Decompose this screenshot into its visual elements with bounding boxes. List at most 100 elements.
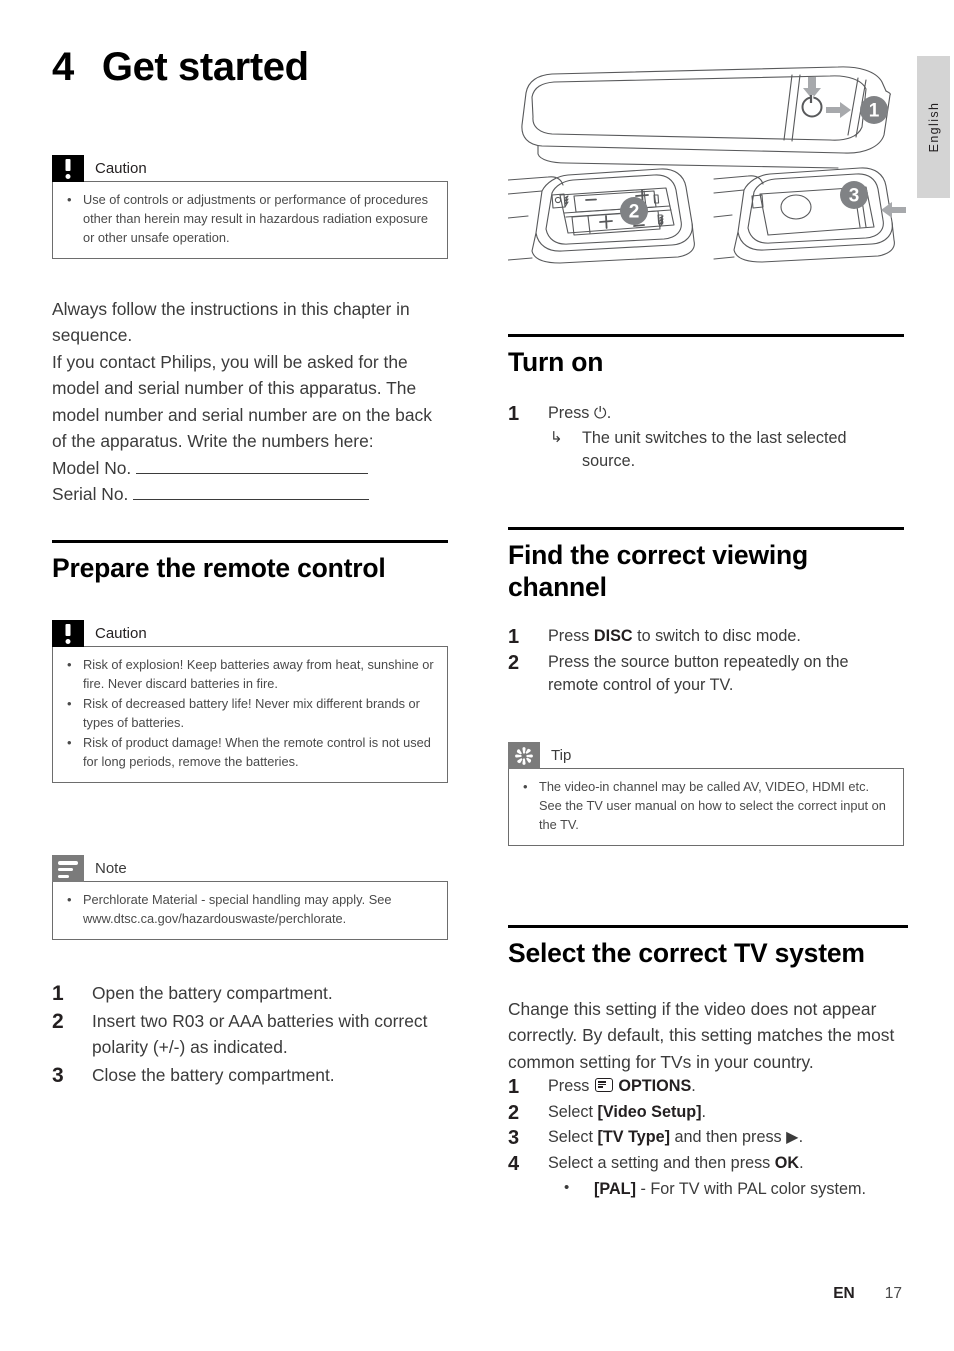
section-tv-system: Select the correct TV system: [508, 925, 908, 969]
sub-bullet-text: - For TV with PAL color system.: [635, 1179, 866, 1198]
remote-control-battery-diagram: 1 2 3: [508, 66, 906, 264]
power-icon: ⏻: [593, 404, 607, 422]
intro-paragraph-2: If you contact Philips, you will be aske…: [52, 351, 432, 452]
battery-steps-list: Open the battery compartment. Insert two…: [52, 978, 432, 1092]
keyword-video-setup: [Video Setup]: [597, 1102, 702, 1121]
callout-bullet: Risk of decreased battery life! Never mi…: [65, 694, 435, 733]
section-heading: Select the correct TV system: [508, 938, 865, 968]
step-text-suffix: to switch to disc mode.: [632, 627, 801, 645]
section-heading: Turn on: [508, 347, 604, 377]
language-tab: English: [917, 56, 950, 198]
keyword-ok: OK: [774, 1153, 800, 1172]
callout-label: Tip: [551, 747, 572, 764]
caution-callout-batteries: Caution Risk of explosion! Keep batterie…: [52, 620, 448, 783]
keyword-options: OPTIONS: [618, 1077, 692, 1095]
step-item: Press DISC to switch to disc mode.: [508, 623, 900, 652]
note-callout-perchlorate: Note Perchlorate Material - special hand…: [52, 855, 448, 940]
section-find-channel: Find the correct viewing channel: [508, 527, 904, 603]
callout-body: Risk of explosion! Keep batteries away f…: [52, 646, 448, 783]
step-result-text: The unit switches to the last selected s…: [582, 428, 847, 471]
step-item: Select [Video Setup].: [508, 1099, 908, 1128]
chapter-number: 4: [52, 45, 74, 89]
section-heading: Find the correct viewing channel: [508, 540, 809, 603]
manual-page: English 4 Get started Caution Use of cont…: [0, 0, 954, 1351]
callout-body: The video-in channel may be called AV, V…: [508, 768, 904, 846]
serial-no-line: Serial No.: [52, 481, 444, 507]
footer-page-number: 17: [884, 1285, 902, 1302]
callout-bullet: Perchlorate Material - special handling …: [65, 890, 435, 929]
language-tab-label: English: [926, 101, 941, 153]
step-text-prefix: Press: [548, 627, 594, 645]
step-item: Press the source button repeatedly on th…: [508, 649, 849, 695]
keyword-pal: [PAL]: [594, 1179, 636, 1198]
caution-callout-radiation: Caution Use of controls or adjustments o…: [52, 155, 448, 259]
callout-bullet: Risk of product damage! When the remote …: [65, 733, 435, 772]
step-item: Open the battery compartment.: [52, 978, 333, 1010]
note-lines-icon: [52, 855, 84, 882]
callout-bullet: Risk of explosion! Keep batteries away f…: [65, 655, 435, 694]
model-no-blank: [136, 456, 369, 474]
step-text-prefix: Select a setting and then press: [548, 1153, 775, 1172]
section-divider: [508, 527, 904, 530]
step-text-prefix: Press: [548, 1077, 594, 1095]
sparkle-glyph: [515, 746, 533, 765]
find-channel-steps-list: Press DISC to switch to disc mode. Press…: [508, 623, 900, 700]
section-divider: [52, 540, 448, 543]
section-prepare-remote: Prepare the remote control: [52, 540, 448, 584]
options-icon: [594, 1078, 613, 1092]
turn-on-steps-list: Press ⏻. ↳ The unit switches to the last…: [508, 400, 900, 476]
step-item: Insert two R03 or AAA batteries with cor…: [52, 1006, 428, 1058]
exclamation-icon: [52, 155, 84, 182]
step-item: Select a setting and then press OK. [PAL…: [508, 1150, 908, 1202]
callout-label: Caution: [95, 625, 147, 642]
sparkle-icon: [508, 742, 540, 769]
section-divider: [508, 925, 908, 928]
intro-paragraph-1: Always follow the instructions in this c…: [52, 299, 410, 346]
illus-step-1-marker: 1: [801, 77, 888, 124]
arrow-icon: ↳: [550, 428, 563, 446]
callout-header: Caution: [52, 155, 448, 182]
svg-text:3: 3: [849, 186, 860, 207]
tv-system-steps-list: Press OPTIONS. Select [Video Setup]. Sel…: [508, 1073, 908, 1203]
step-item: Select [TV Type] and then press ▶.: [508, 1124, 908, 1153]
callout-bullet: Use of controls or adjustments or perfor…: [65, 190, 435, 248]
tip-callout-video-in: Tip The video-in channel may be called A…: [508, 742, 904, 846]
serial-no-label: Serial No.: [52, 484, 129, 505]
step-text-prefix: Select: [548, 1128, 598, 1147]
tv-system-intro: Change this setting if the video does no…: [508, 999, 895, 1072]
keyword-tv-type: [TV Type]: [597, 1128, 671, 1147]
callout-header: Caution: [52, 620, 448, 647]
callout-label: Note: [95, 860, 127, 877]
step-item: Press ⏻. ↳ The unit switches to the last…: [508, 400, 900, 474]
serial-no-blank: [133, 483, 370, 501]
step-item: Close the battery compartment.: [52, 1060, 335, 1092]
section-heading: Prepare the remote control: [52, 553, 386, 583]
callout-bullet: The video-in channel may be called AV, V…: [521, 777, 891, 835]
callout-body: Use of controls or adjustments or perfor…: [52, 181, 448, 259]
page-title: 4 Get started: [52, 45, 309, 90]
step-item: Press OPTIONS.: [508, 1073, 908, 1102]
section-turn-on: Turn on: [508, 334, 904, 378]
callout-header: Note: [52, 855, 448, 882]
step-text-suffix: .: [799, 1153, 804, 1172]
step-text-prefix: Press: [548, 404, 590, 422]
callout-header: Tip: [508, 742, 904, 769]
callout-body: Perchlorate Material - special handling …: [52, 881, 448, 940]
step-text-prefix: Select: [548, 1102, 598, 1121]
page-footer: EN 17: [0, 1285, 954, 1303]
illus-step-2-marker: 2: [620, 197, 648, 225]
exclamation-icon: [52, 620, 84, 647]
step-text-suffix: .: [691, 1077, 696, 1095]
section-divider: [508, 334, 904, 337]
footer-language-code: EN: [833, 1285, 855, 1302]
svg-text:1: 1: [869, 101, 880, 122]
callout-label: Caution: [95, 160, 147, 177]
chapter-title: Get started: [101, 45, 309, 89]
keyword-disc: DISC: [593, 627, 633, 645]
step-text-suffix: .: [606, 404, 612, 422]
step-result: ↳ The unit switches to the last selected…: [548, 427, 900, 474]
step-text-suffix: and then press ▶.: [670, 1128, 804, 1147]
model-no-line: Model No.: [52, 455, 444, 481]
step-sub-bullet: [PAL] - For TV with PAL color system.: [548, 1177, 908, 1202]
intro-text-block: Always follow the instructions in this c…: [52, 296, 444, 508]
